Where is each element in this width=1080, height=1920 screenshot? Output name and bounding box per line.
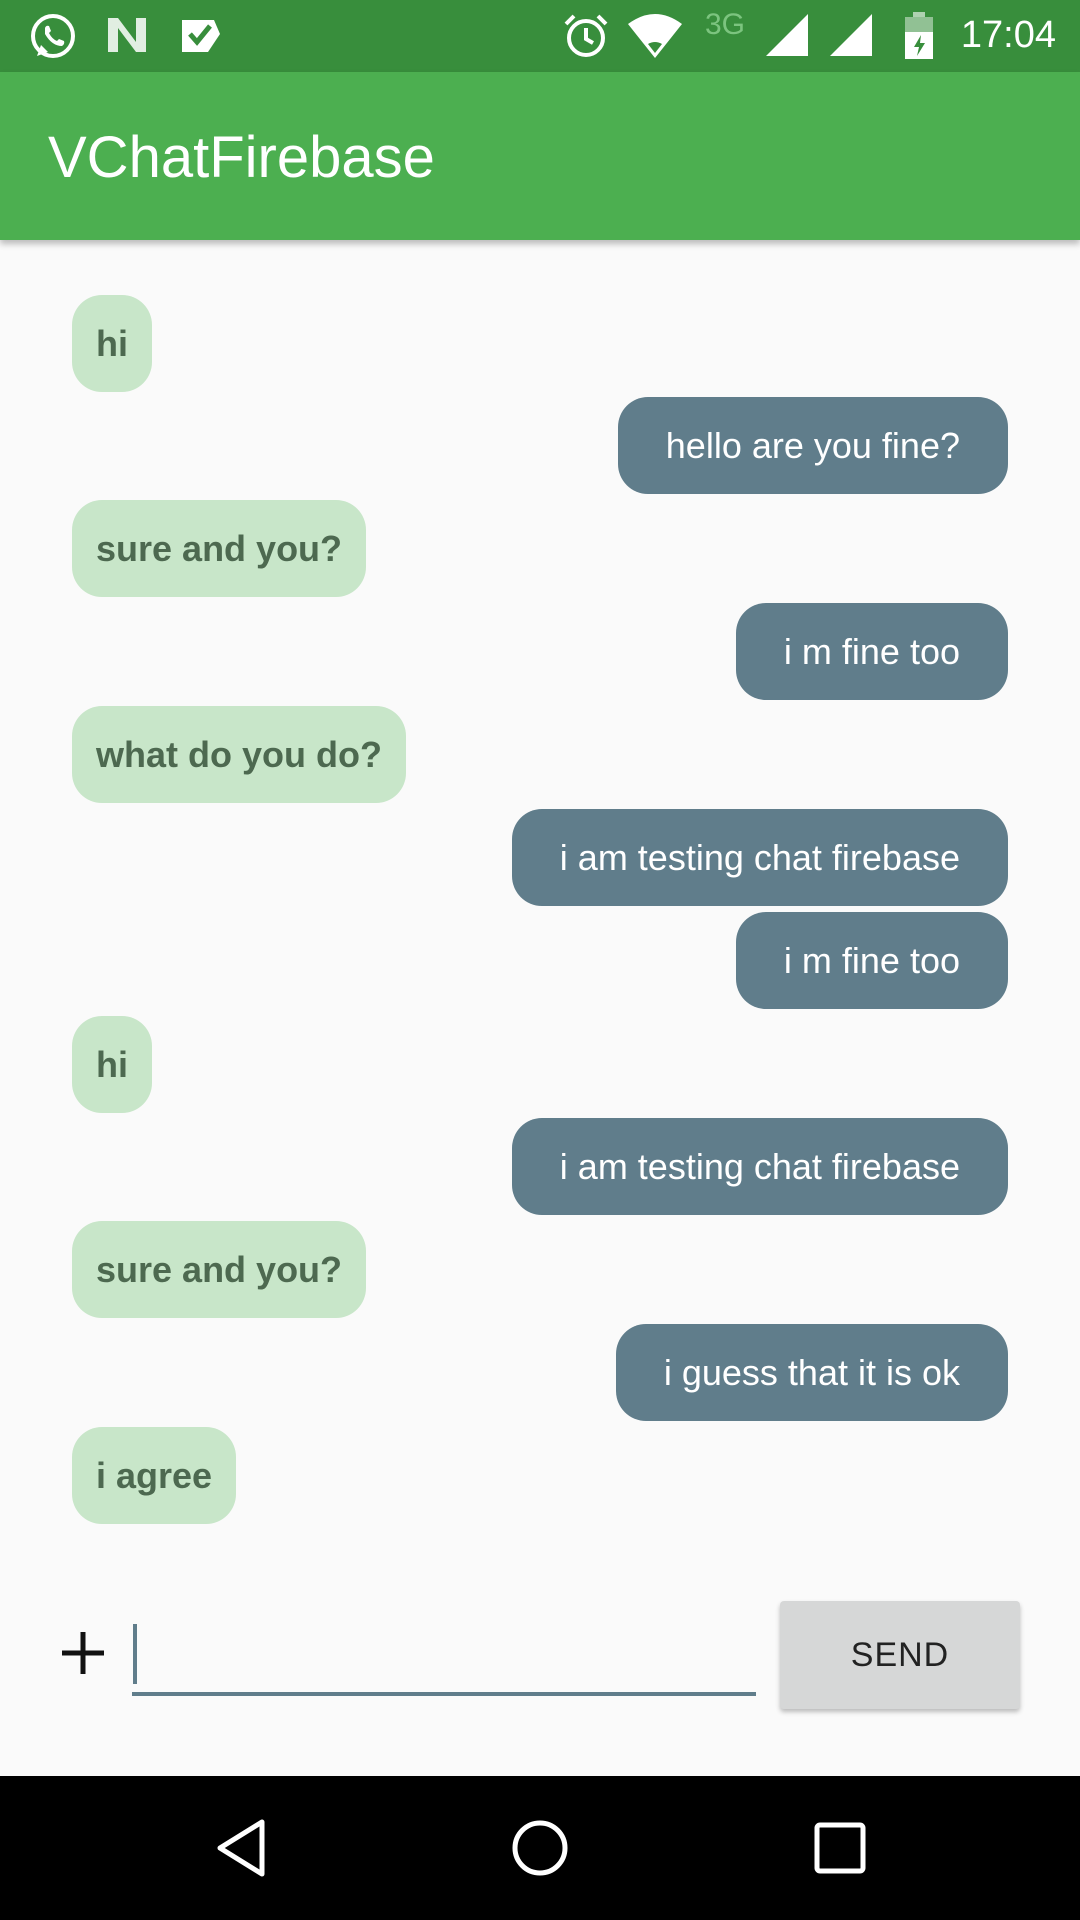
clock: 17:04: [960, 14, 1056, 56]
chat-message-list[interactable]: hi hello are you fine? sure and you? i m…: [0, 240, 1080, 1570]
whatsapp-icon: [31, 14, 75, 58]
message-bubble-outgoing: i guess that it is ok: [615, 1324, 1008, 1421]
network-type-label: 3G: [705, 8, 746, 41]
message-bubble-incoming: i agree: [72, 1427, 237, 1524]
message-bubble-outgoing: i am testing chat firebase: [511, 1118, 1008, 1215]
message-bubble-outgoing: i am testing chat firebase: [511, 809, 1008, 906]
app-title: VChatFirebase: [48, 125, 435, 190]
send-button[interactable]: SEND: [780, 1601, 1020, 1709]
message-bubble-incoming: hi: [72, 1016, 152, 1113]
status-bar: 3G 17:04: [0, 0, 1080, 72]
home-icon[interactable]: [510, 1816, 570, 1880]
signal-icon: [830, 14, 872, 56]
message-bubble-incoming: sure and you?: [72, 1221, 367, 1318]
message-bubble-outgoing: i m fine too: [735, 912, 1008, 1009]
task-check-icon: [182, 20, 220, 52]
app-bar: VChatFirebase: [0, 72, 1080, 240]
message-input[interactable]: [132, 1620, 756, 1696]
text-cursor: [133, 1624, 137, 1684]
recents-icon[interactable]: [812, 1816, 868, 1880]
message-bubble-outgoing: i m fine too: [735, 603, 1008, 700]
message-bubble-outgoing: hello are you fine?: [617, 397, 1008, 494]
message-bubble-incoming: what do you do?: [72, 706, 406, 803]
signal-icon: [766, 14, 808, 56]
message-bubble-incoming: sure and you?: [72, 500, 367, 597]
message-bubble-incoming: hi: [72, 295, 152, 392]
back-icon[interactable]: [212, 1816, 270, 1880]
wifi-icon: [628, 14, 682, 58]
battery-icon: [905, 12, 933, 59]
n-app-icon: [108, 18, 146, 52]
plus-icon[interactable]: [60, 1630, 106, 1676]
alarm-icon: [564, 14, 608, 57]
navigation-bar: [0, 1776, 1080, 1920]
